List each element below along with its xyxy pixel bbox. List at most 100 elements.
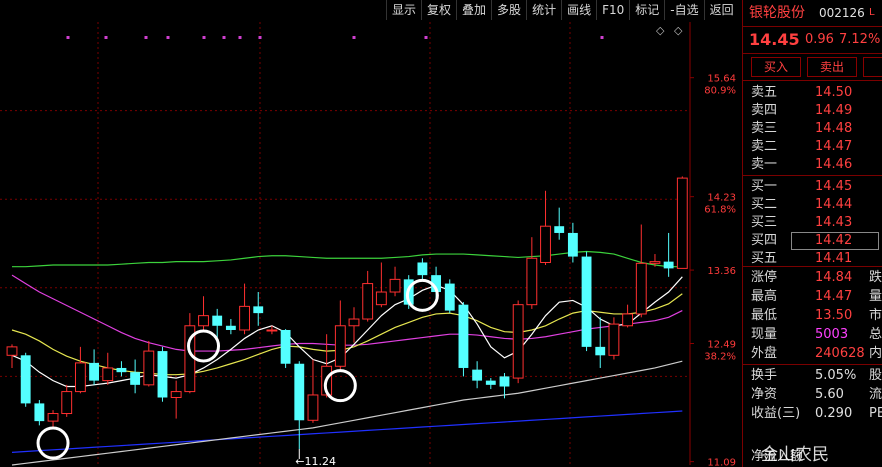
candle-body xyxy=(116,367,127,373)
stat2-row: 换手 5.05% 股 xyxy=(743,367,882,385)
sell-level-row: 卖三 14.48 xyxy=(743,120,882,138)
buy-button[interactable]: 买入 xyxy=(751,57,801,77)
candle-body xyxy=(649,261,661,264)
candle-body xyxy=(554,226,565,233)
stat2-right-label: PE xyxy=(869,406,882,421)
separator xyxy=(743,364,882,365)
candle-body xyxy=(526,257,538,306)
diamond-icon: ◇ xyxy=(656,24,665,37)
watermark: 金山农民 xyxy=(761,440,829,465)
candle-body xyxy=(307,394,319,421)
stat2-row: 净资 5.60 流 xyxy=(743,386,882,404)
marker-dot xyxy=(600,36,604,39)
buy-level-value: 14.43 xyxy=(815,215,853,230)
price-change: 0.96 xyxy=(805,32,834,47)
sell-level-value: 14.49 xyxy=(815,103,853,118)
candle-body xyxy=(212,315,223,326)
candle-body xyxy=(225,325,236,330)
marker-dot xyxy=(144,36,148,39)
candle-body xyxy=(239,305,250,331)
separator xyxy=(743,175,882,176)
sell-button[interactable]: 卖出 xyxy=(807,57,857,77)
candle-body xyxy=(444,283,455,311)
stat-label: 外盘 xyxy=(751,346,778,361)
candle-body xyxy=(74,362,86,393)
sell-level-label: 卖一 xyxy=(751,157,778,172)
candle-body xyxy=(198,315,209,327)
buy-level-row: 买三 14.43 xyxy=(743,214,882,232)
stat2-label: 净资 xyxy=(751,387,778,402)
stat2-right-label: 股 xyxy=(869,368,882,383)
diamond-icon: ◇ xyxy=(674,24,683,37)
axis-price-label: 13.36 xyxy=(707,266,736,277)
candle-body xyxy=(34,403,45,422)
stat-label: 最低 xyxy=(751,308,778,323)
candle-body xyxy=(47,413,59,422)
stat2-row: 收益(三) 0.290 PE xyxy=(743,405,882,423)
candle-body xyxy=(581,256,592,347)
candle-body xyxy=(130,372,141,385)
sell-level-row: 卖二 14.47 xyxy=(743,138,882,156)
axis-pct-label: 80.9% xyxy=(704,86,736,97)
stock-name: 银轮股份 xyxy=(749,5,805,21)
axis-price-label: 11.09 xyxy=(707,458,736,467)
stat2-label: 换手 xyxy=(751,368,778,383)
stat-row: 现量 5003 总 xyxy=(743,326,882,344)
candle-body xyxy=(334,325,346,367)
candle-body xyxy=(499,376,510,387)
candle-body xyxy=(294,363,305,421)
buy-level-label: 买四 xyxy=(751,233,778,248)
marker-dot xyxy=(202,36,206,39)
axis-pct-label: 61.8% xyxy=(704,205,736,216)
stat-label: 现量 xyxy=(751,327,778,342)
stat-right-label: 内 xyxy=(869,346,882,361)
candle-body xyxy=(157,351,168,398)
stat-label: 涨停 xyxy=(751,270,778,285)
candle-body xyxy=(89,362,100,381)
buy-level-label: 买三 xyxy=(751,215,778,230)
stock-tag: L xyxy=(869,7,875,18)
sell-level-value: 14.50 xyxy=(815,85,853,100)
highlight-circle xyxy=(36,426,70,460)
stat-right-label: 总 xyxy=(869,327,882,342)
candle-body xyxy=(635,262,647,315)
marker-dot xyxy=(424,36,428,39)
stat-row: 最高 14.47 量 xyxy=(743,288,882,306)
stat2-value: 5.60 xyxy=(815,387,844,402)
candle-body xyxy=(540,225,551,263)
marker-dot xyxy=(352,36,356,39)
axis-price-label: 15.64 xyxy=(707,74,736,85)
stat-value: 14.47 xyxy=(815,289,853,304)
buy-level-value: 14.45 xyxy=(815,179,853,194)
marker-dot xyxy=(66,36,70,39)
selected-price-box[interactable] xyxy=(791,232,879,250)
buy-level-label: 买二 xyxy=(751,197,778,212)
stock-code: 002126 xyxy=(819,6,865,20)
stock-header: 银轮股份 002126 L xyxy=(743,4,882,22)
low-price-marker: ←11.24 xyxy=(295,455,336,467)
stat-label: 最高 xyxy=(751,289,778,304)
buy-level-row: 买二 14.44 xyxy=(743,196,882,214)
candle-body xyxy=(458,304,469,368)
kline-chart[interactable]: ◇ ◇ ←11.24 15.6480.9% 14.2361.8% 13.36 12.4938… xyxy=(0,0,742,467)
axis-pct-label: 38.2% xyxy=(704,351,736,362)
buy-level-value: 14.44 xyxy=(815,197,853,212)
candle-body xyxy=(61,391,73,415)
candle-body xyxy=(567,232,578,257)
candle-body xyxy=(266,329,278,332)
candle-body xyxy=(375,291,387,306)
more-button[interactable] xyxy=(863,57,882,77)
candle-body xyxy=(170,391,182,398)
candle-body xyxy=(417,262,428,276)
stat2-right-label: 流 xyxy=(869,387,882,402)
marker-dot xyxy=(104,36,108,39)
current-price: 14.45 xyxy=(749,30,800,49)
candle-body xyxy=(280,329,291,364)
candle-body xyxy=(102,367,114,382)
candle-body xyxy=(472,369,483,381)
sell-level-label: 卖二 xyxy=(751,139,778,154)
watermark-text: 金山农民 xyxy=(761,445,829,465)
candle-body xyxy=(143,350,155,386)
price-change-pct: 7.12% xyxy=(839,32,881,47)
stat-row: 外盘 240628 内 xyxy=(743,345,882,363)
